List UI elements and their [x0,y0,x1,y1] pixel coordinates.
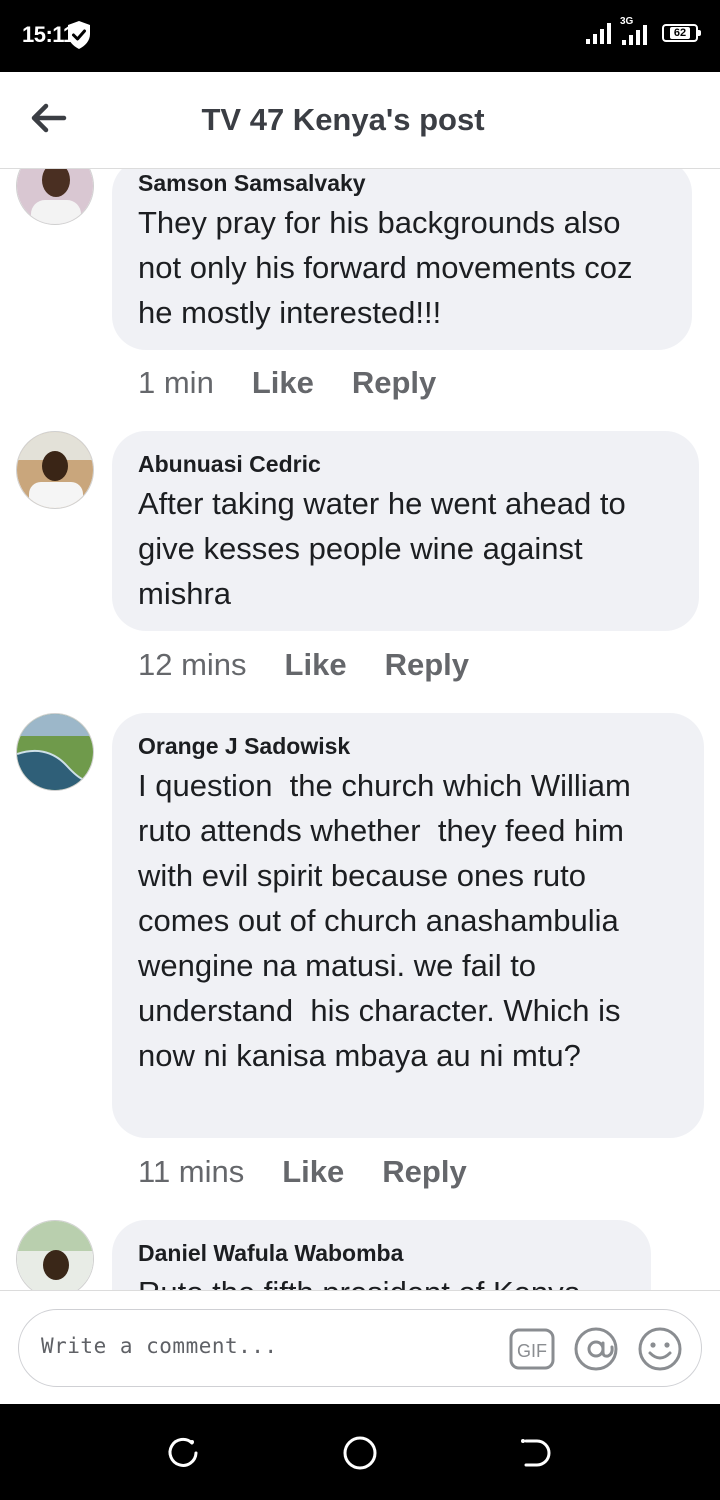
comment-placeholder: Write a comment... [41,1334,278,1358]
reply-button[interactable]: Reply [382,1154,466,1190]
comment-text: I question the church which William ruto… [138,768,640,1073]
emoji-icon[interactable] [637,1326,683,1372]
reply-button[interactable]: Reply [385,647,469,683]
home-icon[interactable] [341,1434,379,1472]
signal-3g-icon: 3G [620,16,654,46]
avatar[interactable] [16,1220,94,1290]
comment-composer: Write a comment... GIF [0,1290,720,1405]
comment-author[interactable]: Orange J Sadowisk [138,733,678,759]
gif-icon[interactable]: GIF [509,1326,555,1372]
comment-author[interactable]: Abunuasi Cedric [138,451,673,477]
status-bar: 15:11 3G 62 [0,0,720,72]
comment-input[interactable]: Write a comment... GIF [18,1309,702,1387]
signal-icon [586,23,611,44]
comment-time: 12 mins [138,647,247,682]
battery-icon: 62 [662,24,701,42]
like-button[interactable]: Like [282,1154,344,1190]
mention-icon[interactable] [573,1326,619,1372]
battery-level: 62 [669,27,691,39]
comment-actions: 11 mins Like Reply [138,1154,467,1190]
recent-apps-icon[interactable] [165,1434,203,1472]
comment-actions: 1 min Like Reply [138,365,436,401]
avatar[interactable] [16,713,94,791]
comment-text: After taking water he went ahead to give… [138,486,626,611]
page-title: TV 47 Kenya's post [201,102,485,137]
comment-text: They pray for his backgrounds also not o… [138,205,633,330]
comment-bubble[interactable]: Orange J Sadowisk I question the church … [112,713,704,1138]
shield-icon [68,21,90,49]
comment-time: 11 mins [138,1154,245,1189]
status-indicators: 3G 62 [586,16,701,46]
comment-time: 1 min [138,365,214,400]
comment-bubble[interactable]: Daniel Wafula Wabomba Ruto the fifth pre… [112,1220,651,1290]
comment-actions: 12 mins Like Reply [138,647,469,683]
back-nav-icon[interactable] [517,1434,555,1472]
comment-text: Ruto the fifth president of Kenya [138,1270,625,1290]
comment-list[interactable]: Samson Samsalvaky They pray for his back… [0,169,720,1290]
like-button[interactable]: Like [252,365,314,401]
comment-author[interactable]: Daniel Wafula Wabomba [138,1240,625,1266]
avatar[interactable] [16,431,94,509]
avatar[interactable] [16,169,94,225]
post-header: TV 47 Kenya's post [0,72,720,169]
gif-label: GIF [517,1341,547,1361]
like-button[interactable]: Like [285,647,347,683]
comment-bubble[interactable]: Samson Samsalvaky They pray for his back… [112,169,692,350]
comment-bubble[interactable]: Abunuasi Cedric After taking water he we… [112,431,699,631]
system-nav-bar [0,1404,720,1500]
reply-button[interactable]: Reply [352,365,436,401]
comment-author[interactable]: Samson Samsalvaky [138,170,666,196]
